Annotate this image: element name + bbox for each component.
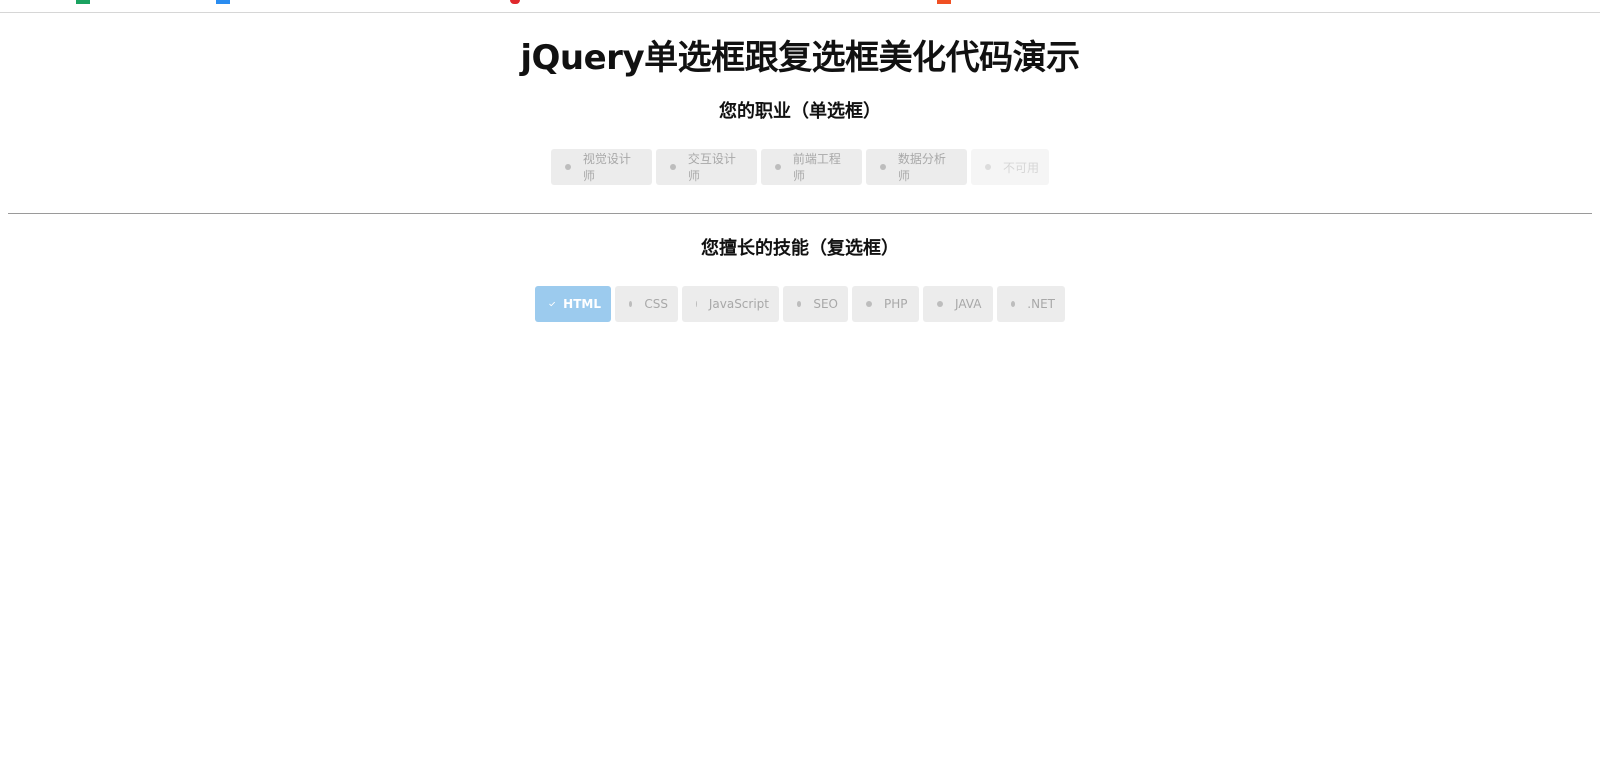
checkbox-dot-icon [797, 301, 802, 307]
radio-dot-icon [775, 164, 781, 170]
checkbox-option-php[interactable]: PHP [852, 286, 919, 322]
checkbox-option-label: HTML [563, 297, 601, 311]
checkbox-dot-icon [629, 301, 633, 307]
checkbox-option-label: PHP [884, 297, 908, 311]
radio-option-interaction-designer[interactable]: 交互设计师 [656, 149, 757, 185]
checkbox-option-seo[interactable]: SEO [783, 286, 848, 322]
browser-bookmarks-bar [0, 0, 1600, 13]
bookmark-favicon[interactable] [510, 0, 520, 4]
radio-option-label: 前端工程师 [792, 152, 841, 183]
checkbox-group: HTML CSS JavaScript SEO PHP JAVA .NET [0, 286, 1600, 322]
checkbox-section-title: 您擅长的技能（复选框） [701, 238, 899, 259]
checkbox-option-label: JavaScript [708, 297, 769, 311]
checkbox-option-label: CSS [644, 297, 668, 311]
radio-option-visual-designer[interactable]: 视觉设计师 [551, 149, 652, 185]
checkbox-option-css[interactable]: CSS [615, 286, 678, 322]
radio-option-label: 视觉设计师 [582, 152, 631, 183]
radio-option-disabled: 不可用 [971, 149, 1049, 185]
bookmark-favicon[interactable] [216, 0, 230, 4]
checkbox-option-label: JAVA [955, 297, 982, 311]
radio-option-label: 交互设计师 [687, 152, 736, 183]
bookmark-favicon[interactable] [76, 0, 90, 4]
checkbox-dot-icon [696, 301, 697, 307]
checkbox-option-javascript[interactable]: JavaScript [682, 286, 779, 322]
page-title: jQuery单选框跟复选框美化代码演示 [520, 38, 1080, 78]
radio-dot-icon [565, 164, 571, 170]
checkbox-option-dotnet[interactable]: .NET [997, 286, 1065, 322]
radio-group: 视觉设计师 交互设计师 前端工程师 数据分析师 不可用 [0, 149, 1600, 185]
radio-option-data-analyst[interactable]: 数据分析师 [866, 149, 967, 185]
section-divider [8, 213, 1592, 214]
radio-dot-icon [985, 164, 991, 170]
checkbox-option-label: .NET [1027, 297, 1055, 311]
radio-option-label: 不可用 [1003, 160, 1040, 175]
checkbox-dot-icon [866, 301, 872, 307]
bookmark-favicon[interactable] [937, 0, 951, 4]
radio-option-frontend-engineer[interactable]: 前端工程师 [761, 149, 862, 185]
radio-section-title: 您的职业（单选框） [719, 101, 881, 122]
checkbox-dot-icon [1011, 301, 1016, 307]
checkbox-option-java[interactable]: JAVA [923, 286, 993, 322]
checkbox-dot-icon [937, 301, 943, 307]
radio-option-label: 数据分析师 [897, 152, 946, 183]
checkbox-option-label: SEO [813, 297, 838, 311]
radio-dot-icon [880, 164, 886, 170]
checkbox-option-html[interactable]: HTML [535, 286, 611, 322]
radio-dot-icon [670, 164, 676, 170]
checkmark-icon [549, 301, 555, 307]
